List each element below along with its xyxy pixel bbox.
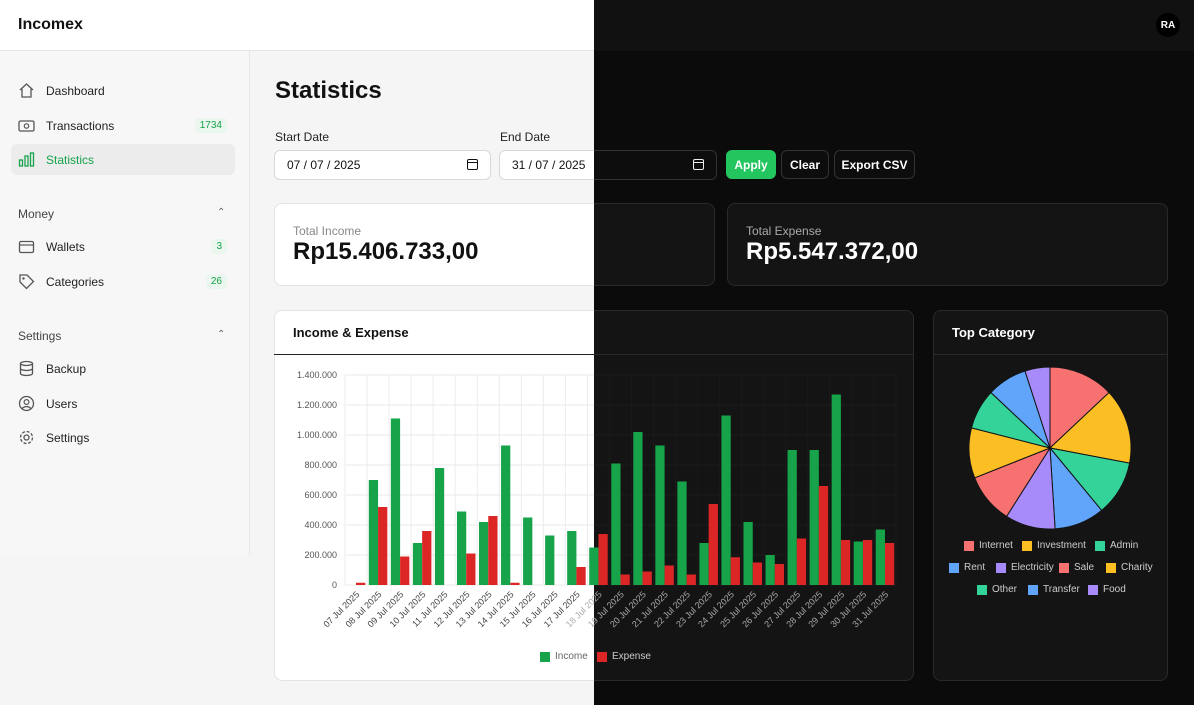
legend-item[interactable]: Other — [977, 584, 1017, 595]
legend-item[interactable]: Internet — [964, 540, 1013, 551]
top-category-pie-chart — [968, 366, 1132, 530]
legend-label: Food — [1103, 584, 1126, 595]
legend-item[interactable]: Charity — [1106, 562, 1153, 573]
legend-swatch — [1095, 540, 1105, 551]
legend-swatch — [977, 584, 987, 595]
legend-item[interactable]: Electricity — [996, 562, 1054, 573]
legend-item[interactable]: Investment — [1022, 540, 1086, 551]
legend-swatch — [1028, 584, 1038, 595]
legend-label: Charity — [1121, 562, 1153, 573]
legend-label: Investment — [1037, 540, 1086, 551]
legend-label: Other — [992, 584, 1018, 595]
legend-swatch — [964, 540, 974, 551]
legend-item[interactable]: Rent — [949, 562, 985, 573]
legend-label: Admin — [1110, 540, 1139, 551]
legend-label: Sale — [1074, 562, 1095, 573]
legend-label: Internet — [979, 540, 1013, 551]
legend-swatch — [996, 562, 1006, 573]
legend-item[interactable]: Transfer — [1028, 584, 1080, 595]
legend-item[interactable]: Food — [1088, 584, 1126, 595]
legend-swatch — [1022, 540, 1032, 551]
legend-label: Electricity — [1011, 562, 1054, 573]
legend-swatch — [1106, 562, 1116, 573]
legend-label: Rent — [964, 562, 986, 573]
legend-swatch — [1059, 562, 1069, 573]
legend-swatch — [1088, 584, 1098, 595]
legend-item[interactable]: Sale — [1059, 562, 1094, 573]
legend-item[interactable]: Admin — [1095, 540, 1138, 551]
legend-label: Transfer — [1043, 584, 1080, 595]
legend-swatch — [949, 562, 959, 573]
